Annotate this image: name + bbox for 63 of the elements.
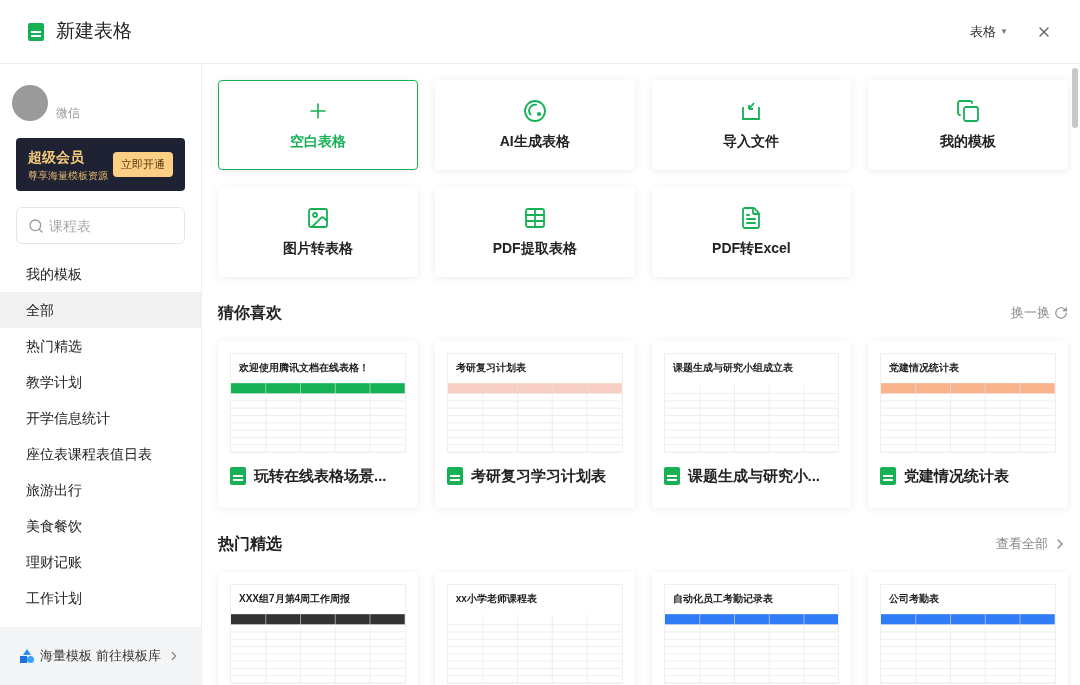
template-card[interactable]: 党建情况统计表 党建情况统计表 <box>868 341 1068 508</box>
sheet-icon <box>230 467 246 486</box>
create-option-card[interactable]: AI生成表格 <box>434 80 635 170</box>
preview-title: 公司考勤表 <box>888 591 941 606</box>
sheet-icon <box>663 467 680 486</box>
image-icon <box>305 205 330 230</box>
section-title: 猜你喜欢 <box>218 303 282 323</box>
category-item[interactable]: 美食餐饮 <box>0 508 201 544</box>
sheet-logo-icon <box>28 22 44 41</box>
template-card[interactable]: 欢迎使用腾讯文档在线表格！ 玩转在线表格场景... <box>218 341 418 508</box>
search-icon <box>28 218 44 234</box>
cards-icon <box>956 98 981 123</box>
category-item[interactable]: 理财记账 <box>0 544 201 580</box>
create-option-card[interactable]: PDF提取表格 <box>434 187 635 277</box>
category-item[interactable]: 座位表课程表值日表 <box>0 436 201 472</box>
template-library-link[interactable]: 海量模板 前往模板库 <box>40 646 161 666</box>
refresh-icon <box>1054 306 1068 320</box>
sheet-icon <box>446 467 463 486</box>
view-all-link[interactable]: 查看全部 <box>996 533 1068 554</box>
template-card[interactable]: 自动化员工考勤记录表 <box>651 571 852 685</box>
preview-title: 欢迎使用腾讯文档在线表格！ <box>238 361 370 375</box>
category-item[interactable]: 旅游出行 <box>0 472 201 508</box>
section-title: 热门精选 <box>218 533 282 554</box>
preview-title: XXX组7月第4周工作周报 <box>238 591 352 606</box>
template-card[interactable]: xx小学老师课程表 <box>434 571 635 685</box>
template-card[interactable]: 课题生成与研究小组成立表 课题生成与研究小... <box>651 341 852 508</box>
template-name: 课题生成与研究小... <box>687 466 820 486</box>
category-item[interactable]: 开学信息统计 <box>0 400 201 436</box>
category-item[interactable]: 工作计划 <box>0 580 201 616</box>
preview-title: 考研复习计划表 <box>454 361 527 375</box>
preview-title: 党建情况统计表 <box>888 361 961 375</box>
vip-subtitle: 尊享海量模板资源 <box>28 168 109 183</box>
create-option-card[interactable]: 导入文件 <box>651 80 852 170</box>
account-source: 微信 <box>56 105 80 122</box>
create-option-card[interactable]: 我的模板 <box>868 80 1068 170</box>
ring-icon <box>522 98 547 123</box>
window-title: 新建表格 <box>56 19 132 44</box>
vip-title: 超级会员 <box>28 147 85 167</box>
template-library-bar[interactable]: 海量模板 前往模板库 <box>0 627 201 685</box>
search-field[interactable]: 课程表 <box>16 207 185 244</box>
scrollbar-thumb[interactable] <box>1072 68 1078 128</box>
type-dropdown[interactable]: 表格 ▼ <box>970 21 1008 42</box>
create-option-card[interactable]: 图片转表格 <box>218 187 418 277</box>
template-name: 玩转在线表格场景... <box>254 466 387 486</box>
create-option-card[interactable]: PDF转Excel <box>651 187 852 277</box>
preview-title: 课题生成与研究小组成立表 <box>671 361 794 375</box>
template-card[interactable]: 考研复习计划表 考研复习学习计划表 <box>434 341 635 508</box>
shapes-icon <box>20 649 34 663</box>
preview-title: xx小学老师课程表 <box>454 591 538 606</box>
refresh-link[interactable]: 换一换 <box>1011 303 1068 323</box>
activate-button[interactable]: 立即开通 <box>113 152 173 177</box>
template-card[interactable]: 公司考勤表 <box>868 571 1068 685</box>
avatar <box>12 85 48 121</box>
category-item[interactable]: 全部 <box>0 292 201 328</box>
category-item[interactable]: 我的模板 <box>0 256 201 292</box>
category-item[interactable]: 热门精选 <box>0 328 201 364</box>
preview-title: 自动化员工考勤记录表 <box>671 591 774 606</box>
template-name: 党建情况统计表 <box>904 466 1010 486</box>
category-item[interactable]: 教学计划 <box>0 364 201 400</box>
sheet-icon <box>880 467 897 486</box>
template-card[interactable]: XXX组7月第4周工作周报 <box>218 571 418 685</box>
template-name: 考研复习学习计划表 <box>470 466 606 486</box>
table-icon <box>522 205 547 230</box>
